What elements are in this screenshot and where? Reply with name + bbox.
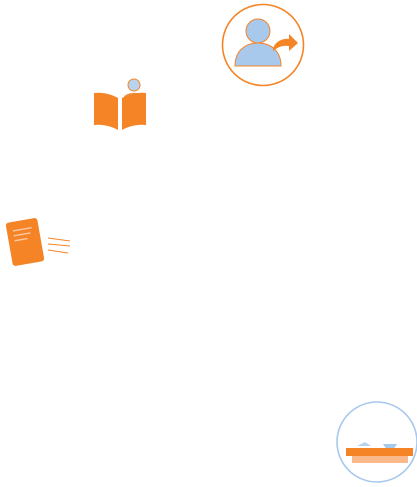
reading-person-icon bbox=[92, 76, 148, 132]
document-sending-icon bbox=[4, 216, 72, 268]
user-share-icon bbox=[221, 3, 305, 87]
tray-icon bbox=[335, 400, 417, 487]
